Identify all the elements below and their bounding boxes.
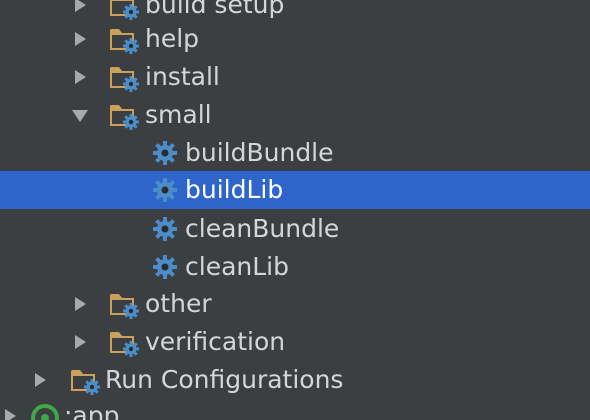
tree-node-label: cleanBundle: [185, 214, 340, 243]
gradle-folder-icon: [109, 328, 143, 358]
tree-node-help[interactable]: help: [0, 20, 590, 58]
expand-arrow-icon[interactable]: [30, 370, 50, 390]
tree-node-buildlib[interactable]: buildLib: [0, 171, 590, 209]
android-module-icon: [31, 404, 59, 420]
tree-node-app[interactable]: :app: [0, 397, 590, 420]
gradle-folder-icon: [109, 101, 143, 131]
tree-node-label: build setup: [145, 0, 285, 19]
tree-node-buildbundle[interactable]: buildBundle: [0, 134, 590, 172]
tree-node-verification[interactable]: verification: [0, 323, 590, 361]
gradle-folder-icon: [109, 25, 143, 55]
tree-node-label: help: [145, 24, 200, 53]
gradle-task-gear-icon: [152, 177, 178, 203]
tree-node-label: small: [145, 100, 212, 129]
gradle-folder-icon: [109, 0, 143, 21]
tree-node-label: verification: [145, 327, 286, 356]
tree-node-label: Run Configurations: [105, 365, 344, 394]
gradle-task-gear-icon: [152, 254, 178, 280]
expand-arrow-icon[interactable]: [70, 29, 90, 49]
tree-node-other[interactable]: other: [0, 285, 590, 323]
gradle-folder-icon: [109, 63, 143, 93]
tree-node-cleanbundle[interactable]: cleanBundle: [0, 210, 590, 248]
gradle-task-gear-icon: [152, 140, 178, 166]
expand-arrow-icon[interactable]: [70, 0, 90, 15]
expand-arrow-icon[interactable]: [70, 294, 90, 314]
gradle-folder-icon: [70, 366, 104, 396]
tree-node-install[interactable]: install: [0, 58, 590, 96]
tree-node-label: buildLib: [185, 175, 284, 204]
gradle-task-gear-icon: [152, 216, 178, 242]
tree-node-label: buildBundle: [185, 138, 334, 167]
tree-node-label: :app: [64, 401, 120, 420]
gradle-tasks-tree: build setup help install small buildBund…: [0, 0, 590, 420]
tree-node-cleanlib[interactable]: cleanLib: [0, 248, 590, 286]
collapse-arrow-icon[interactable]: [70, 105, 90, 125]
expand-arrow-icon[interactable]: [0, 406, 20, 420]
expand-arrow-icon[interactable]: [70, 67, 90, 87]
tree-node-label: install: [145, 62, 220, 91]
expand-arrow-icon[interactable]: [70, 332, 90, 352]
gradle-folder-icon: [109, 290, 143, 320]
tree-node-small[interactable]: small: [0, 96, 590, 134]
tree-node-label: other: [145, 289, 212, 318]
tree-node-run-configurations[interactable]: Run Configurations: [0, 361, 590, 399]
tree-node-label: cleanLib: [185, 252, 289, 281]
